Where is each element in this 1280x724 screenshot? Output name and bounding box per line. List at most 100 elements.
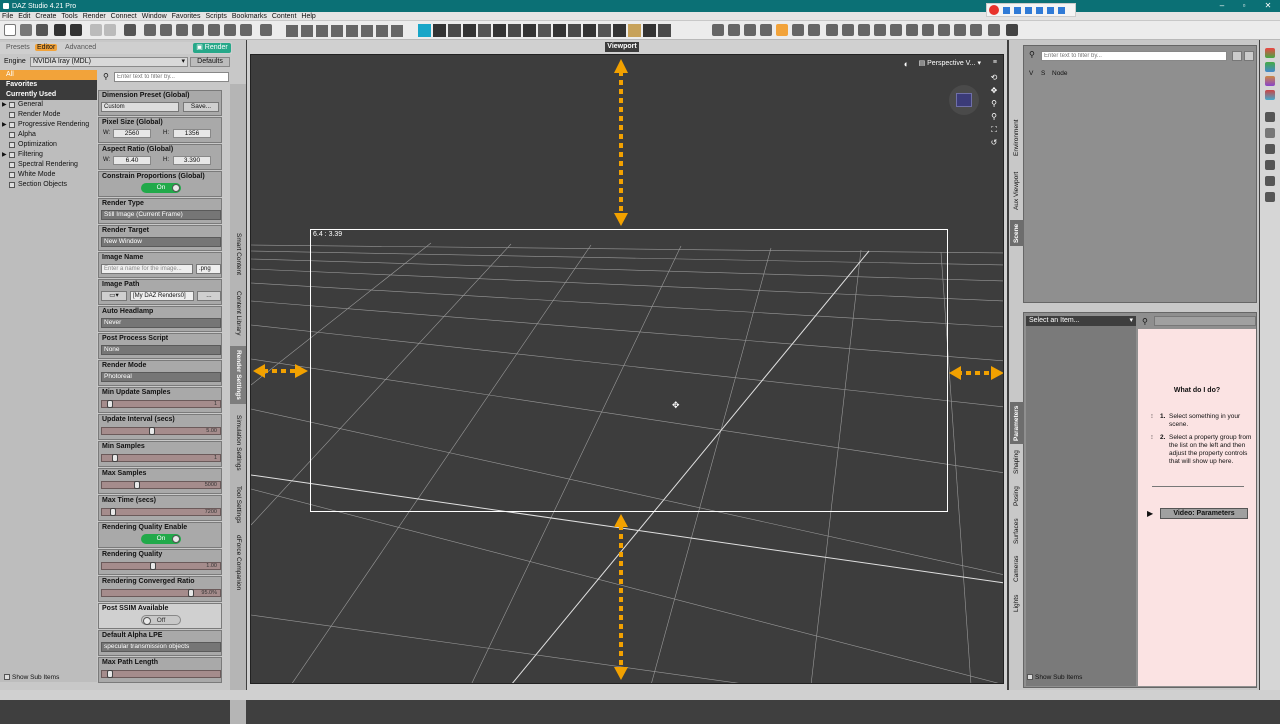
group-spectral-rendering[interactable]: Spectral Rendering [0,160,97,170]
thumb-icon[interactable] [463,24,476,37]
render-type-select[interactable]: Still Image (Current Frame) [101,210,221,220]
scene-option-button[interactable] [1232,51,1242,61]
tab-smart-content[interactable]: Smart Content [230,228,246,280]
checkbox-icon[interactable] [4,674,10,681]
tab-simulation-settings[interactable]: Simulation Settings [230,408,246,478]
figure-preset-icon[interactable] [331,24,343,37]
group-checkbox[interactable] [9,142,15,148]
slider-knob[interactable] [107,400,113,408]
image-ext-select[interactable]: .png [196,264,221,274]
redo-icon[interactable] [104,24,116,36]
tab-advanced[interactable]: Advanced [65,44,96,51]
viewport-tab[interactable]: Viewport [605,42,639,52]
import-icon[interactable] [124,24,136,36]
min-samples-slider[interactable]: 1 [101,454,221,462]
col-visible[interactable]: V [1029,70,1033,77]
quality-enable-toggle[interactable]: On [141,534,181,544]
render-settings-icon[interactable] [988,24,1000,36]
slider-knob[interactable] [112,454,118,462]
tab-environment[interactable]: Environment [1010,114,1024,162]
group-checkbox[interactable] [9,152,15,158]
menu-tools[interactable]: Tools [61,13,77,20]
update-interval-slider[interactable]: 5.00 [101,427,221,435]
group-progressive-rendering[interactable]: ▶ Progressive Rendering [0,120,97,130]
aspect-height-field[interactable]: 3.390 [173,156,211,165]
menu-help[interactable]: Help [301,13,315,20]
ime-skin-icon[interactable] [1047,7,1054,14]
maximize-button[interactable]: ▫ [1232,0,1256,12]
group-optimization[interactable]: Optimization [0,140,97,150]
group-filtering[interactable]: ▶ Filtering [0,150,97,160]
spot-render-icon[interactable] [260,24,272,36]
scene-filter-input[interactable] [1041,51,1227,61]
browse-path-button[interactable]: ... [197,291,221,301]
show-sub-items-right[interactable]: Show Sub Items [1027,674,1082,681]
thumb-icon[interactable] [418,24,431,37]
menu-bookmarks[interactable]: Bookmarks [232,13,267,20]
thumb-icon[interactable] [658,24,671,37]
group-checkbox[interactable] [9,132,15,138]
expand-icon[interactable]: ▶ [2,120,7,130]
ime-logo-icon[interactable] [989,5,999,15]
menu-file[interactable]: File [2,13,13,20]
tab-presets[interactable]: Presets [6,44,30,51]
transform-tool-icon[interactable] [808,24,820,36]
camera-tool-icon[interactable] [240,24,252,36]
figure-preset-icon[interactable] [346,24,358,37]
col-node[interactable]: Node [1052,70,1068,77]
property-filter-input[interactable] [114,72,229,82]
converged-slider[interactable]: 95.0% [101,589,221,597]
viewport-canvas[interactable]: 6.4 : 3.39 ✥ ◐ ▤ Perspective V... ▾ ≡ ⟲ … [250,54,1004,684]
slider-knob[interactable] [149,427,155,435]
new-scene-icon[interactable] [4,24,16,36]
group-alpha[interactable]: Alpha [0,130,97,140]
open-icon[interactable] [20,24,32,36]
post-process-select[interactable]: None [101,345,221,355]
tab-cameras[interactable]: Cameras [1010,552,1024,586]
figure-preset-icon[interactable] [391,24,403,37]
group-currently-used[interactable]: Currently Used [0,90,97,100]
group-white-mode[interactable]: White Mode [0,170,97,180]
rotate-tool-icon[interactable] [744,24,756,36]
tab-editor[interactable]: Editor [35,44,58,51]
menu-scripts[interactable]: Scripts [205,13,226,20]
save-icon[interactable] [54,24,66,36]
group-checkbox[interactable] [9,182,15,188]
tab-dforce-companion[interactable]: dForce Companion [230,530,246,596]
ime-tools-icon[interactable] [1058,7,1065,14]
group-checkbox[interactable] [9,122,15,128]
geometry-tool-icon[interactable] [208,24,220,36]
menu-create[interactable]: Create [35,13,56,20]
expand-icon[interactable]: ▶ [2,100,7,110]
post-ssim-toggle[interactable]: Off [141,615,181,625]
thumb-icon[interactable] [568,24,581,37]
parameter-filter-input[interactable] [1154,316,1256,326]
pane-icon[interactable] [1265,144,1275,154]
tab-lights[interactable]: Lights [1010,590,1024,616]
group-checkbox[interactable] [9,112,15,118]
thumb-icon[interactable] [643,24,656,37]
menu-edit[interactable]: Edit [18,13,30,20]
pixel-height-field[interactable]: 1356 [173,129,211,138]
pose-tool-icon[interactable] [970,24,982,36]
color-palette-icon[interactable] [1265,90,1275,100]
group-checkbox[interactable] [9,172,15,178]
menu-connect[interactable]: Connect [111,13,137,20]
render-mode-select[interactable]: Photoreal [101,372,221,382]
show-sub-items-left[interactable]: Show Sub Items [4,674,59,681]
select-item-dropdown[interactable]: Select an Item... ▾ [1026,316,1136,326]
figure-preset-icon[interactable] [316,24,328,37]
tab-shaping[interactable]: Shaping [1010,446,1024,478]
tab-aux-viewport[interactable]: Aux Viewport [1010,166,1024,216]
thumb-icon[interactable] [553,24,566,37]
thumb-icon[interactable] [613,24,626,37]
pose-tool-icon[interactable] [954,24,966,36]
figure-preset-icon[interactable] [361,24,373,37]
slider-knob[interactable] [150,562,156,570]
pane-icon[interactable] [1265,176,1275,186]
surface-tool-icon[interactable] [192,24,204,36]
pose-tool-icon[interactable] [938,24,950,36]
figure-preset-icon[interactable] [286,24,298,37]
menu-render[interactable]: Render [83,13,106,20]
col-selectable[interactable]: S [1041,70,1045,77]
